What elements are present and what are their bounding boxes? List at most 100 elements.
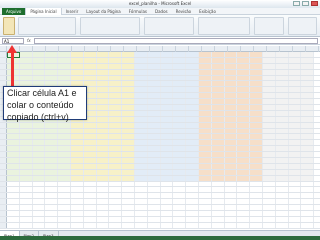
- grid-cell[interactable]: [250, 57, 263, 63]
- grid-cell[interactable]: [288, 134, 302, 140]
- grid-cell[interactable]: [262, 140, 276, 146]
- grid-cell[interactable]: [198, 134, 212, 140]
- grid-cell[interactable]: [161, 193, 174, 199]
- grid-cell[interactable]: [109, 87, 123, 93]
- grid-cell[interactable]: [83, 134, 97, 140]
- grid-cell[interactable]: [262, 63, 276, 69]
- grid-cell[interactable]: [275, 81, 289, 87]
- styles-group[interactable]: [198, 17, 250, 35]
- grid-cell[interactable]: [212, 211, 225, 216]
- grid-cell[interactable]: [109, 222, 123, 228]
- grid-cell[interactable]: [109, 193, 123, 199]
- grid-cell[interactable]: [237, 169, 251, 175]
- grid-cell[interactable]: [109, 187, 123, 193]
- grid-cell[interactable]: [96, 116, 110, 122]
- grid-cell[interactable]: [45, 187, 59, 193]
- grid-cell[interactable]: [250, 199, 263, 205]
- grid-cell[interactable]: [7, 199, 20, 205]
- grid-cell[interactable]: [109, 146, 123, 152]
- grid-cell[interactable]: [262, 169, 276, 175]
- grid-cell[interactable]: [262, 75, 276, 81]
- grid-cell[interactable]: [186, 169, 199, 175]
- grid-cell[interactable]: [275, 175, 289, 181]
- grid-cell[interactable]: [186, 110, 199, 116]
- grid-cell[interactable]: [198, 69, 212, 75]
- grid-cell[interactable]: [211, 105, 225, 110]
- grid-cell[interactable]: [224, 81, 238, 87]
- grid-cell[interactable]: [275, 146, 289, 152]
- grid-cell[interactable]: [250, 134, 263, 140]
- tab-review[interactable]: Revisão: [172, 8, 196, 15]
- grid-cell[interactable]: [288, 87, 302, 93]
- grid-cell[interactable]: [58, 187, 71, 193]
- grid-cell[interactable]: [84, 187, 97, 193]
- grid-cell[interactable]: [263, 193, 276, 199]
- grid-cell[interactable]: [198, 140, 212, 146]
- grid-cell[interactable]: [32, 163, 46, 169]
- grid-cell[interactable]: [160, 140, 174, 146]
- grid-cell[interactable]: [147, 169, 161, 175]
- grid-cell[interactable]: [33, 211, 46, 216]
- grid-cell[interactable]: [262, 81, 276, 87]
- grid-cell[interactable]: [122, 110, 135, 116]
- minimize-button[interactable]: [293, 1, 300, 6]
- grid-cell[interactable]: [96, 63, 110, 69]
- grid-cell[interactable]: [109, 175, 123, 181]
- row-number[interactable]: [0, 222, 7, 228]
- grid-cell[interactable]: [198, 116, 212, 122]
- grid-cell[interactable]: [58, 193, 71, 199]
- grid-cell[interactable]: [135, 222, 148, 228]
- grid-cell[interactable]: [237, 93, 251, 99]
- cells-group[interactable]: [254, 17, 284, 35]
- grid-cell[interactable]: [225, 205, 238, 211]
- grid-cell[interactable]: [198, 175, 212, 181]
- grid-cell[interactable]: [134, 105, 148, 110]
- grid-cell[interactable]: [134, 175, 148, 181]
- grid-cell[interactable]: [173, 134, 187, 140]
- grid-cell[interactable]: [96, 52, 110, 57]
- grid-cell[interactable]: [58, 134, 71, 140]
- grid-cell[interactable]: [211, 110, 225, 116]
- grid-cell[interactable]: [211, 128, 225, 134]
- grid-cell[interactable]: [7, 152, 20, 158]
- grid-cell[interactable]: [211, 122, 225, 128]
- grid-cell[interactable]: [237, 175, 251, 181]
- grid-cell[interactable]: [237, 163, 251, 169]
- grid-cell[interactable]: [198, 152, 212, 158]
- grid-cell[interactable]: [301, 75, 315, 81]
- grid-cell[interactable]: [212, 216, 225, 222]
- grid-cell[interactable]: [32, 158, 46, 163]
- grid-cell[interactable]: [160, 81, 174, 87]
- grid-cell[interactable]: [33, 181, 46, 187]
- grid-cell[interactable]: [58, 122, 71, 128]
- grid-cell[interactable]: [276, 193, 289, 199]
- grid-cell[interactable]: [70, 146, 84, 152]
- grid-cell[interactable]: [96, 140, 110, 146]
- grid-cell[interactable]: [173, 199, 187, 205]
- number-group[interactable]: [144, 17, 194, 35]
- maximize-button[interactable]: [302, 1, 309, 6]
- grid-cell[interactable]: [173, 52, 187, 57]
- grid-cell[interactable]: [109, 99, 123, 105]
- grid-cell[interactable]: [250, 110, 263, 116]
- grid-cell[interactable]: [122, 211, 135, 216]
- grid-cell[interactable]: [289, 211, 302, 216]
- grid-cell[interactable]: [262, 87, 276, 93]
- grid-cell[interactable]: [186, 146, 199, 152]
- grid-cell[interactable]: [211, 134, 225, 140]
- grid-cell[interactable]: [186, 122, 199, 128]
- grid-cell[interactable]: [289, 193, 302, 199]
- grid-cell[interactable]: [211, 116, 225, 122]
- grid-cell[interactable]: [161, 199, 174, 205]
- grid-cell[interactable]: [32, 140, 46, 146]
- spreadsheet-grid[interactable]: [0, 46, 320, 230]
- grid-cell[interactable]: [83, 128, 97, 134]
- grid-cell[interactable]: [97, 193, 110, 199]
- grid-cell[interactable]: [237, 81, 251, 87]
- grid-cell[interactable]: [45, 140, 59, 146]
- grid-cell[interactable]: [122, 128, 135, 134]
- grid-cell[interactable]: [263, 199, 276, 205]
- row-number[interactable]: [0, 193, 7, 199]
- grid-cell[interactable]: [301, 52, 315, 57]
- grid-cell[interactable]: [173, 75, 187, 81]
